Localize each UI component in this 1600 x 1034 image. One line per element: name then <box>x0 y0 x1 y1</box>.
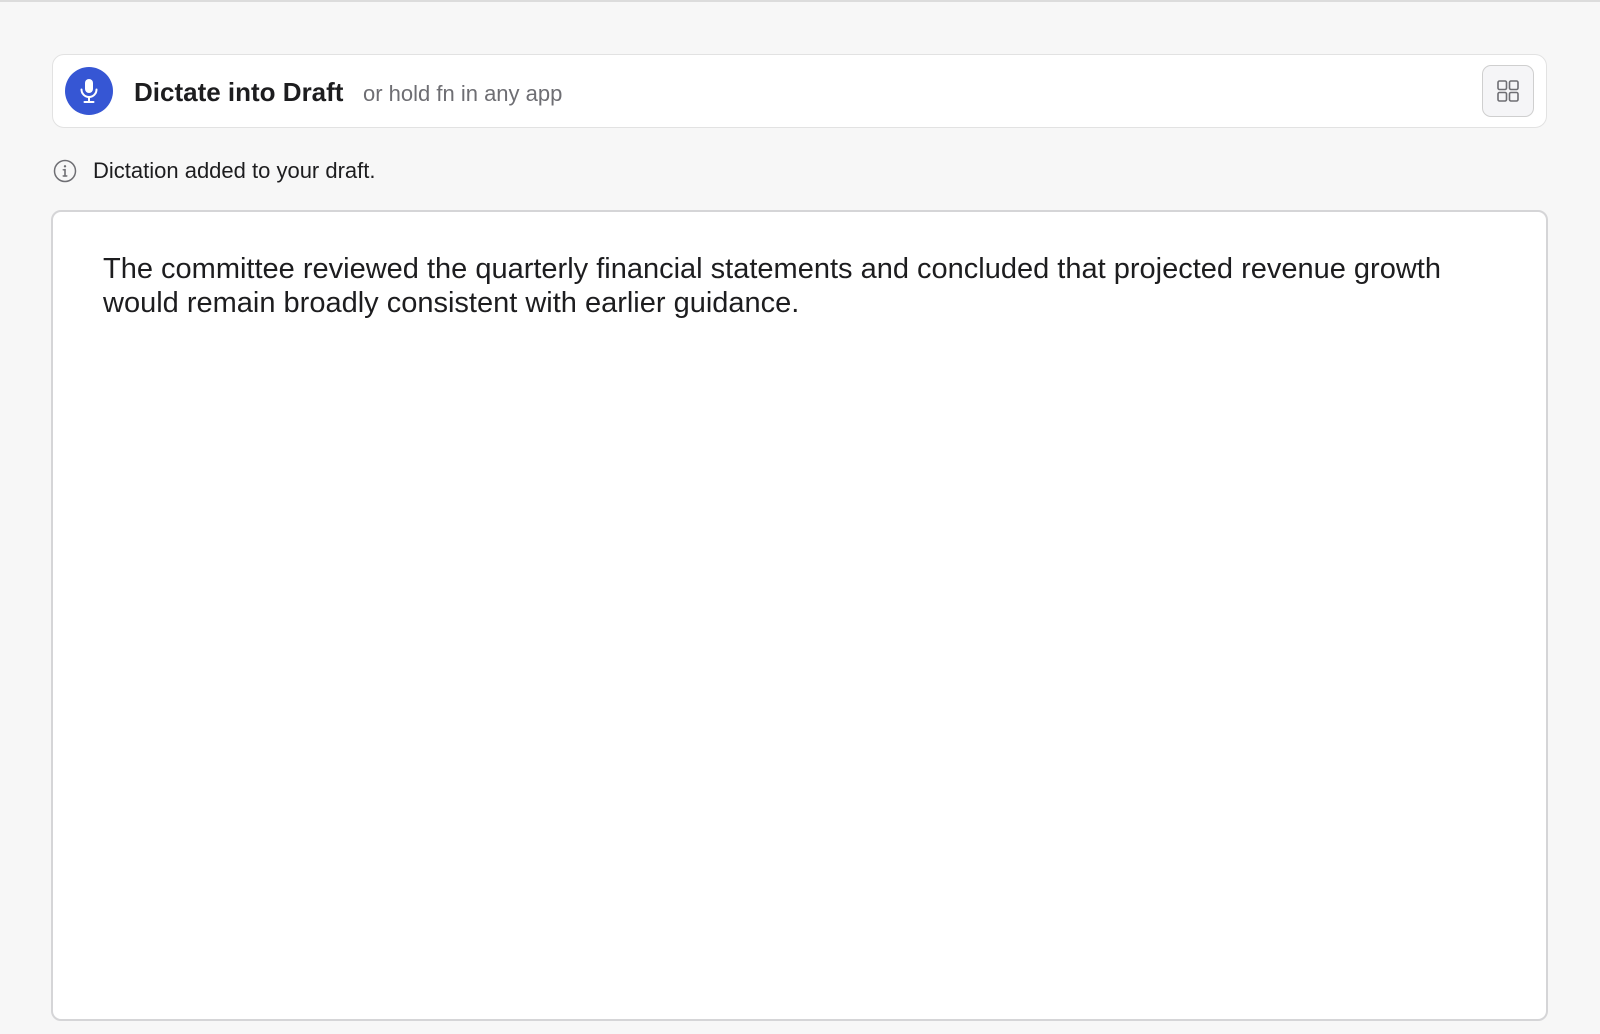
dictate-title: Dictate into Draft <box>134 77 344 107</box>
draft-editor[interactable]: The committee reviewed the quarterly fin… <box>51 210 1548 1021</box>
status-message: Dictation added to your draft. <box>93 158 376 183</box>
mic-button[interactable] <box>65 67 113 115</box>
draft-text[interactable]: The committee reviewed the quarterly fin… <box>103 252 1463 320</box>
dictate-hint: or hold fn in any app <box>363 81 563 106</box>
grid-icon <box>1497 80 1519 102</box>
dictate-bar: Dictate into Draft or hold fn in any app <box>52 54 1547 128</box>
status-row: Dictation added to your draft. <box>52 156 376 186</box>
info-icon <box>52 158 78 184</box>
microphone-icon <box>80 79 98 103</box>
window-top-edge <box>0 0 1600 2</box>
grid-view-button[interactable] <box>1482 65 1534 117</box>
